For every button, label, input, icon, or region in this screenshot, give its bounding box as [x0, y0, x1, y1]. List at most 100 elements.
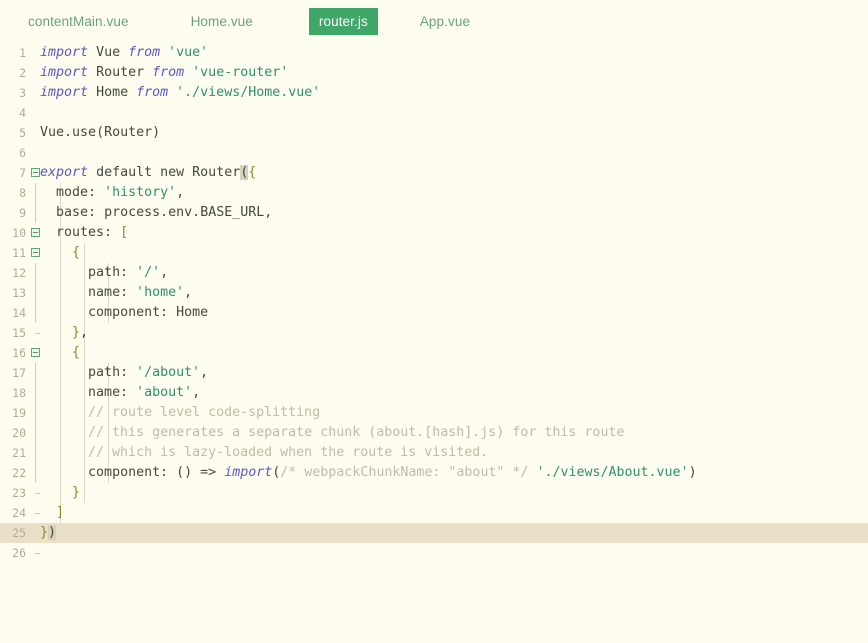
line-number: 17 — [12, 366, 26, 380]
fold-guide — [35, 183, 36, 203]
line-content: path: '/', — [88, 265, 169, 280]
line-content: import Home from './views/Home.vue' — [40, 85, 321, 100]
fold-toggle-icon[interactable] — [31, 228, 40, 237]
code-area[interactable]: 1 import Vue from 'vue' 2 import Router … — [0, 43, 868, 595]
line-number: 15 — [12, 326, 26, 340]
line-number: 3 — [19, 86, 26, 100]
tab-app-vue[interactable]: App.vue — [410, 8, 480, 35]
tab-router-js[interactable]: router.js — [308, 8, 378, 35]
code-line[interactable]: 21 // which is lazy-loaded when the rout… — [0, 443, 868, 463]
code-line[interactable]: 15 }, — [0, 323, 868, 343]
line-content: ] — [56, 505, 65, 520]
line-content: component: Home — [88, 305, 209, 320]
code-line-current[interactable]: 25 }) — [0, 523, 868, 543]
line-number: 11 — [12, 246, 26, 260]
fold-guide — [35, 203, 36, 223]
code-line[interactable]: 2 import Router from 'vue-router' — [0, 63, 868, 83]
code-line[interactable]: 7 export default new Router({ — [0, 163, 868, 183]
line-content: // this generates a separate chunk (abou… — [40, 425, 625, 440]
line-number: 8 — [19, 186, 26, 200]
fold-guide — [35, 383, 36, 403]
code-line[interactable]: 22 component: () => import(/* webpackChu… — [0, 463, 868, 483]
code-line[interactable]: 1 import Vue from 'vue' — [0, 43, 868, 63]
code-line[interactable]: 16 { — [0, 343, 868, 363]
line-number: 10 — [12, 226, 26, 240]
line-content: mode: 'history', — [56, 185, 185, 200]
line-number: 16 — [12, 346, 26, 360]
tab-home-vue[interactable]: Home.vue — [181, 8, 263, 35]
line-content: } — [72, 485, 81, 500]
fold-guide — [35, 363, 36, 383]
line-content: routes: [ — [56, 225, 129, 240]
line-number: 25 — [12, 526, 26, 540]
code-line[interactable]: 20 // this generates a separate chunk (a… — [0, 423, 868, 443]
code-line[interactable]: 19 // route level code-splitting — [0, 403, 868, 423]
line-number: 24 — [12, 506, 26, 520]
code-line[interactable]: 17 path: '/about', — [0, 363, 868, 383]
fold-guide-end — [35, 553, 40, 554]
fold-toggle-icon[interactable] — [31, 168, 40, 177]
fold-guide — [35, 263, 36, 283]
line-content: // route level code-splitting — [40, 405, 321, 420]
line-number: 14 — [12, 306, 26, 320]
line-content: { — [72, 345, 81, 360]
code-line[interactable]: 9 base: process.env.BASE_URL, — [0, 203, 868, 223]
line-number: 22 — [12, 466, 26, 480]
code-lines: 1 import Vue from 'vue' 2 import Router … — [0, 43, 868, 563]
line-number: 1 — [19, 46, 26, 60]
code-line[interactable]: 18 name: 'about', — [0, 383, 868, 403]
line-content: path: '/about', — [88, 365, 209, 380]
line-content: name: 'home', — [88, 285, 193, 300]
indent-guide — [84, 243, 85, 263]
line-content: name: 'about', — [88, 385, 201, 400]
code-line[interactable]: 3 import Home from './views/Home.vue' — [0, 83, 868, 103]
code-line[interactable]: 23 } — [0, 483, 868, 503]
line-number: 4 — [19, 106, 26, 120]
line-content: // which is lazy-loaded when the route i… — [40, 445, 489, 460]
code-line[interactable]: 5 Vue.use(Router) — [0, 123, 868, 143]
code-line[interactable]: 24 ] — [0, 503, 868, 523]
line-number: 19 — [12, 406, 26, 420]
indent-guide — [84, 343, 85, 363]
fold-toggle-icon[interactable] — [31, 348, 40, 357]
line-content: import Vue from 'vue' — [40, 45, 209, 60]
code-line[interactable]: 8 mode: 'history', — [0, 183, 868, 203]
line-number: 12 — [12, 266, 26, 280]
code-line[interactable]: 11 { — [0, 243, 868, 263]
line-content: Vue.use(Router) — [40, 125, 161, 140]
fold-guide — [35, 423, 36, 443]
code-line[interactable]: 13 name: 'home', — [0, 283, 868, 303]
code-line[interactable]: 14 component: Home — [0, 303, 868, 323]
tab-contentmain-vue[interactable]: contentMain.vue — [18, 8, 139, 35]
editor-tab-bar: contentMain.vue Home.vue router.js App.v… — [0, 0, 868, 43]
line-number: 20 — [12, 426, 26, 440]
line-number: 21 — [12, 446, 26, 460]
line-content: }) — [40, 525, 57, 540]
line-content: }, — [72, 325, 89, 340]
code-line[interactable]: 26 — [0, 543, 868, 563]
line-number: 13 — [12, 286, 26, 300]
code-line[interactable]: 12 path: '/', — [0, 263, 868, 283]
line-number: 23 — [12, 486, 26, 500]
fold-guide — [35, 403, 36, 423]
code-line[interactable]: 10 routes: [ — [0, 223, 868, 243]
line-number: 2 — [19, 66, 26, 80]
line-content: base: process.env.BASE_URL, — [56, 205, 273, 220]
code-line[interactable]: 6 — [0, 143, 868, 163]
fold-guide — [35, 443, 36, 463]
current-line-highlight — [0, 523, 868, 543]
line-content: import Router from 'vue-router' — [40, 65, 289, 80]
code-editor-window: contentMain.vue Home.vue router.js App.v… — [0, 0, 868, 595]
line-content: { — [72, 245, 81, 260]
line-number: 9 — [19, 206, 26, 220]
line-number: 6 — [19, 146, 26, 160]
line-number: 5 — [19, 126, 26, 140]
code-line[interactable]: 4 — [0, 103, 868, 123]
indent-guide — [84, 483, 85, 503]
fold-guide — [35, 303, 36, 323]
line-content: export default new Router({ — [40, 165, 257, 180]
fold-toggle-icon[interactable] — [31, 248, 40, 257]
line-number: 7 — [19, 166, 26, 180]
line-number: 18 — [12, 386, 26, 400]
line-number: 26 — [12, 546, 26, 560]
